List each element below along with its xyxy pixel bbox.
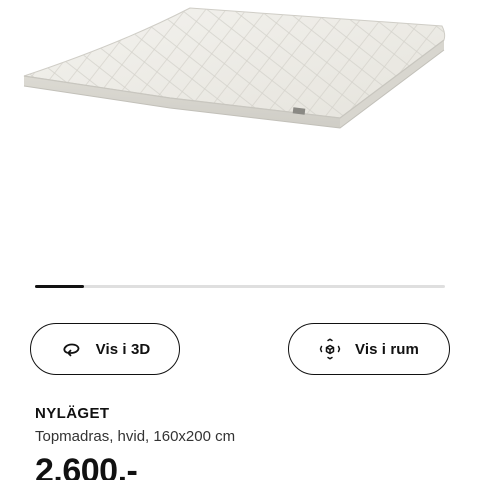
product-price: 2.600,- xyxy=(35,452,138,480)
mattress-topper-photo xyxy=(23,7,446,129)
image-carousel-progress[interactable] xyxy=(35,285,445,288)
product-description: Topmadras, hvid, 160x200 cm xyxy=(35,428,236,445)
product-name: NYLÄGET xyxy=(35,405,110,422)
view-3d-button[interactable]: Vis i 3D xyxy=(30,323,180,375)
product-image[interactable] xyxy=(0,0,480,270)
ar-cube-icon xyxy=(319,338,341,360)
view-in-room-label: Vis i rum xyxy=(355,340,419,358)
rotate-3d-icon xyxy=(60,338,82,360)
view-3d-label: Vis i 3D xyxy=(95,340,151,358)
view-in-room-button[interactable]: Vis i rum xyxy=(288,323,450,375)
carousel-progress-thumb[interactable] xyxy=(35,285,85,288)
